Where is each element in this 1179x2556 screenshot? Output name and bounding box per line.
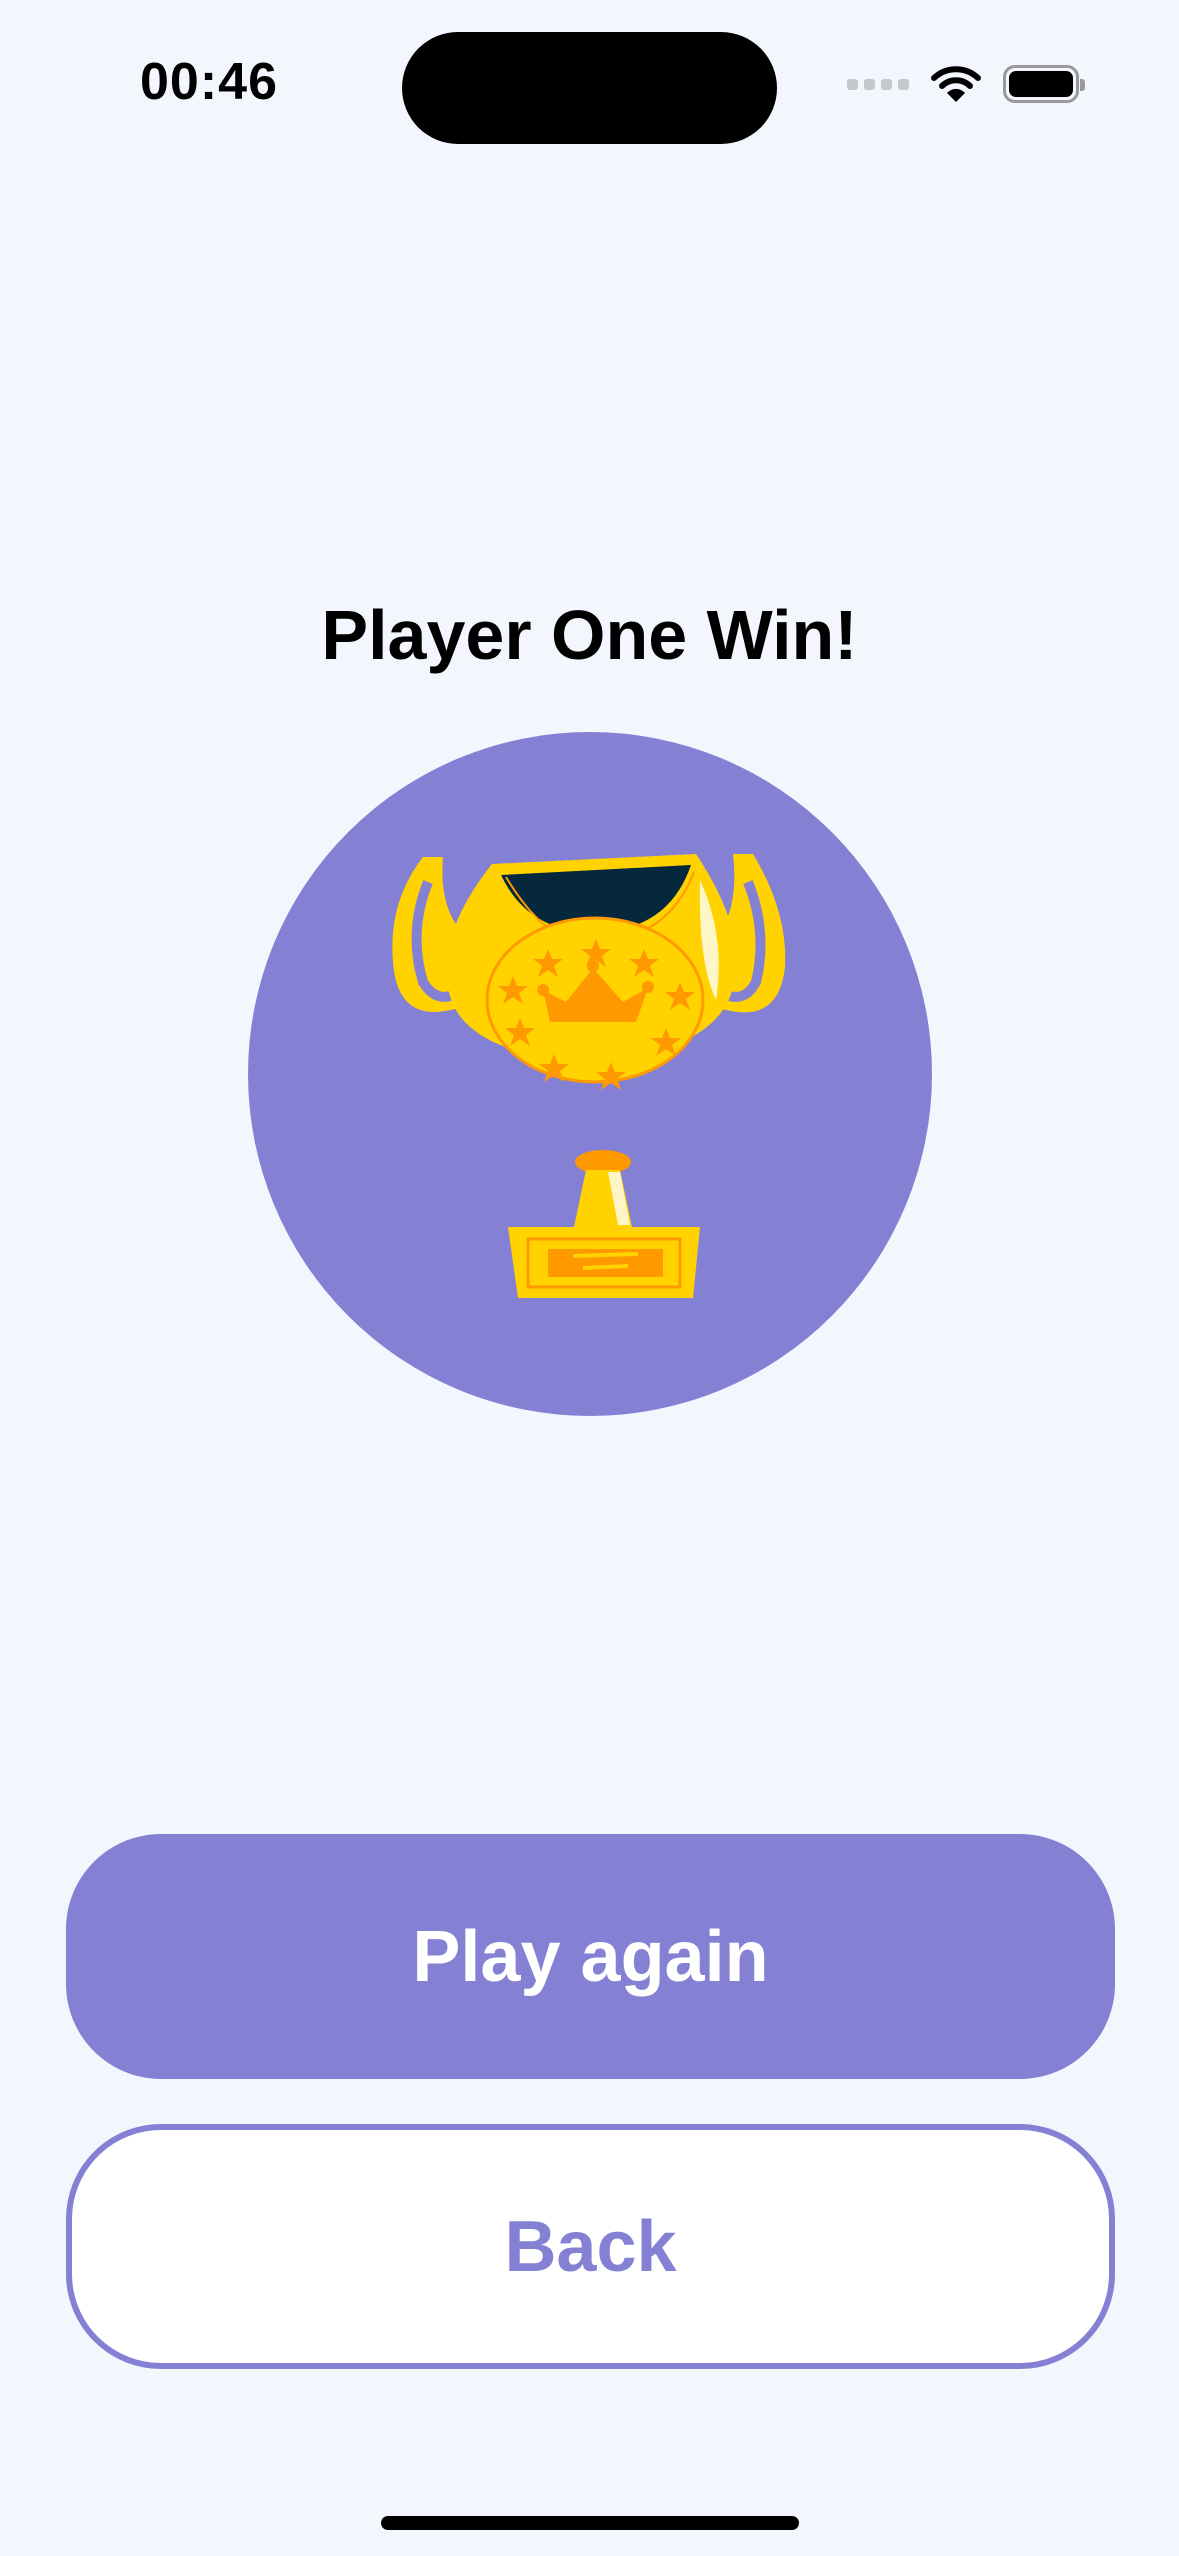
dynamic-island	[402, 32, 777, 144]
status-time: 00:46	[140, 53, 278, 111]
play-again-button[interactable]: Play again	[66, 1834, 1115, 2079]
trophy-badge	[248, 732, 932, 1416]
trophy-icon	[392, 854, 786, 1298]
home-indicator[interactable]	[381, 2516, 799, 2530]
result-title: Player One Win!	[321, 596, 858, 674]
cellular-signal-icon	[847, 78, 909, 90]
status-icons	[847, 64, 1085, 104]
battery-icon	[1003, 65, 1085, 103]
back-button[interactable]: Back	[66, 2124, 1115, 2369]
wifi-icon	[931, 66, 981, 102]
status-bar: 00:46	[0, 0, 1179, 170]
